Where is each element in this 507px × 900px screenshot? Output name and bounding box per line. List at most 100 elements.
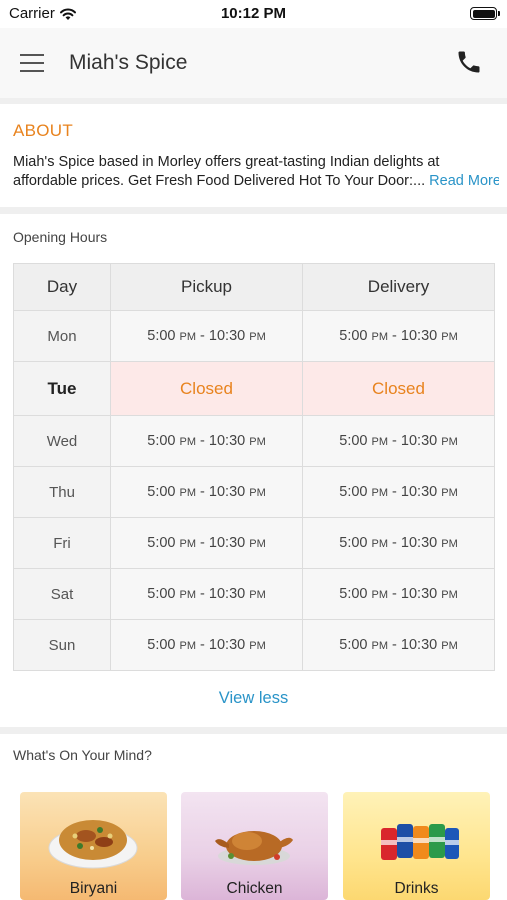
status-bar: Carrier 10:12 PM [0, 0, 507, 28]
table-row: Mon 5:00 PM - 10:30 PM 5:00 PM - 10:30 PM [13, 310, 495, 362]
delivery-hours-cell: 5:00 PM - 10:30 PM [302, 568, 495, 620]
table-row: Thu 5:00 PM - 10:30 PM 5:00 PM - 10:30 PM [13, 466, 495, 518]
opening-hours-table: Day Pickup Delivery Mon 5:00 PM - 10:30 P… [13, 263, 495, 671]
ampm-label: PM [371, 538, 389, 550]
time-value: 5:00 [147, 433, 176, 449]
ampm-label: PM [441, 589, 458, 601]
delivery-hours-cell: 5:00 PM - 10:30 PM [302, 415, 495, 467]
time-separator: - [196, 484, 209, 500]
status-time: 10:12 PM [220, 5, 287, 22]
time-value: 5:00 [339, 328, 368, 344]
table-row: Wed 5:00 PM - 10:30 PM 5:00 PM - 10:30 PM [13, 415, 495, 467]
time-value: 10:30 [400, 637, 438, 653]
soda-cans-icon [381, 824, 459, 860]
delivery-hours-cell: 5:00 PM - 10:30 PM [302, 517, 495, 569]
time-value: 10:30 [208, 328, 246, 344]
ampm-label: PM [249, 589, 266, 601]
day-cell: Mon [13, 310, 111, 362]
time-value: 10:30 [400, 484, 438, 500]
ampm-label: PM [441, 487, 458, 499]
time-separator: - [196, 433, 209, 449]
hamburger-menu-icon[interactable] [20, 49, 50, 77]
time-value: 5:00 [339, 484, 368, 500]
pickup-hours-cell: 5:00 PM - 10:30 PM [110, 415, 303, 467]
ampm-label: PM [441, 640, 458, 652]
ampm-label: PM [441, 436, 458, 448]
ampm-label: PM [179, 487, 197, 499]
view-less-link[interactable]: View less [0, 689, 507, 708]
category-label: Biryani [69, 880, 118, 897]
day-cell: Wed [13, 415, 111, 467]
delivery-hours-cell: 5:00 PM - 10:30 PM [302, 619, 495, 671]
battery-icon [470, 7, 500, 20]
time-value: 5:00 [147, 535, 176, 551]
time-separator: - [196, 328, 209, 344]
ampm-label: PM [371, 331, 389, 343]
about-section: ABOUT Miah's Spice based in Morley offer… [0, 104, 507, 207]
read-more-link[interactable]: Read More [429, 173, 499, 189]
divider [0, 207, 507, 214]
delivery-closed-cell: Closed [302, 361, 495, 416]
ampm-label: PM [179, 436, 197, 448]
time-value: 10:30 [208, 484, 246, 500]
phone-icon[interactable] [455, 48, 483, 76]
delivery-column-header: Delivery [302, 263, 495, 311]
table-row: Sat 5:00 PM - 10:30 PM 5:00 PM - 10:30 PM [13, 568, 495, 620]
pickup-hours-cell: 5:00 PM - 10:30 PM [110, 466, 303, 518]
time-value: 10:30 [208, 535, 246, 551]
time-value: 5:00 [339, 535, 368, 551]
ampm-label: PM [249, 538, 266, 550]
ampm-label: PM [371, 436, 389, 448]
about-ellipsis: ... [413, 173, 426, 189]
nav-bar: Miah's Spice [0, 28, 507, 98]
ampm-label: PM [441, 331, 458, 343]
time-value: 10:30 [400, 535, 438, 551]
time-separator: - [388, 535, 401, 551]
delivery-hours-cell: 5:00 PM - 10:30 PM [302, 310, 495, 362]
page-title: Miah's Spice [69, 51, 188, 74]
pickup-hours-cell: 5:00 PM - 10:30 PM [110, 568, 303, 620]
category-card-drinks[interactable]: Drinks [343, 792, 490, 900]
about-text-line-1: Miah's Spice based in Morley offers grea… [13, 154, 440, 170]
time-separator: - [388, 433, 401, 449]
time-separator: - [388, 328, 401, 344]
ampm-label: PM [179, 589, 197, 601]
day-cell: Thu [13, 466, 111, 518]
ampm-label: PM [179, 640, 197, 652]
time-separator: - [196, 586, 209, 602]
roast-chicken-icon [215, 831, 293, 865]
pickup-closed-cell: Closed [110, 361, 303, 416]
time-separator: - [196, 535, 209, 551]
about-description: Miah's Spice based in Morley offers grea… [13, 153, 499, 191]
whats-on-your-mind-heading: What's On Your Mind? [13, 747, 152, 763]
time-separator: - [388, 484, 401, 500]
time-value: 5:00 [147, 484, 176, 500]
category-card-biryani[interactable]: Biryani [20, 792, 167, 900]
table-row: Tue Closed Closed [13, 361, 495, 416]
ampm-label: PM [249, 331, 266, 343]
table-row: Fri 5:00 PM - 10:30 PM 5:00 PM - 10:30 PM [13, 517, 495, 569]
ampm-label: PM [249, 436, 266, 448]
biryani-dish-icon [48, 820, 138, 869]
time-value: 10:30 [208, 637, 246, 653]
ampm-label: PM [441, 538, 458, 550]
time-value: 5:00 [147, 328, 176, 344]
about-text-line-2-text: affordable prices. Get Fresh Food Delive… [13, 173, 414, 189]
pickup-hours-cell: 5:00 PM - 10:30 PM [110, 619, 303, 671]
time-separator: - [196, 637, 209, 653]
ampm-label: PM [371, 487, 389, 499]
time-value: 10:30 [400, 586, 438, 602]
category-label: Chicken [226, 880, 283, 897]
time-separator: - [388, 586, 401, 602]
time-value: 10:30 [400, 328, 438, 344]
ampm-label: PM [179, 538, 197, 550]
time-value: 5:00 [147, 586, 176, 602]
time-value: 10:30 [208, 586, 246, 602]
pickup-column-header: Pickup [110, 263, 303, 311]
ampm-label: PM [371, 640, 389, 652]
time-separator: - [388, 637, 401, 653]
about-heading: ABOUT [13, 121, 74, 140]
category-label: Drinks [394, 880, 439, 897]
category-card-chicken[interactable]: Chicken [181, 792, 328, 900]
time-value: 5:00 [147, 637, 176, 653]
